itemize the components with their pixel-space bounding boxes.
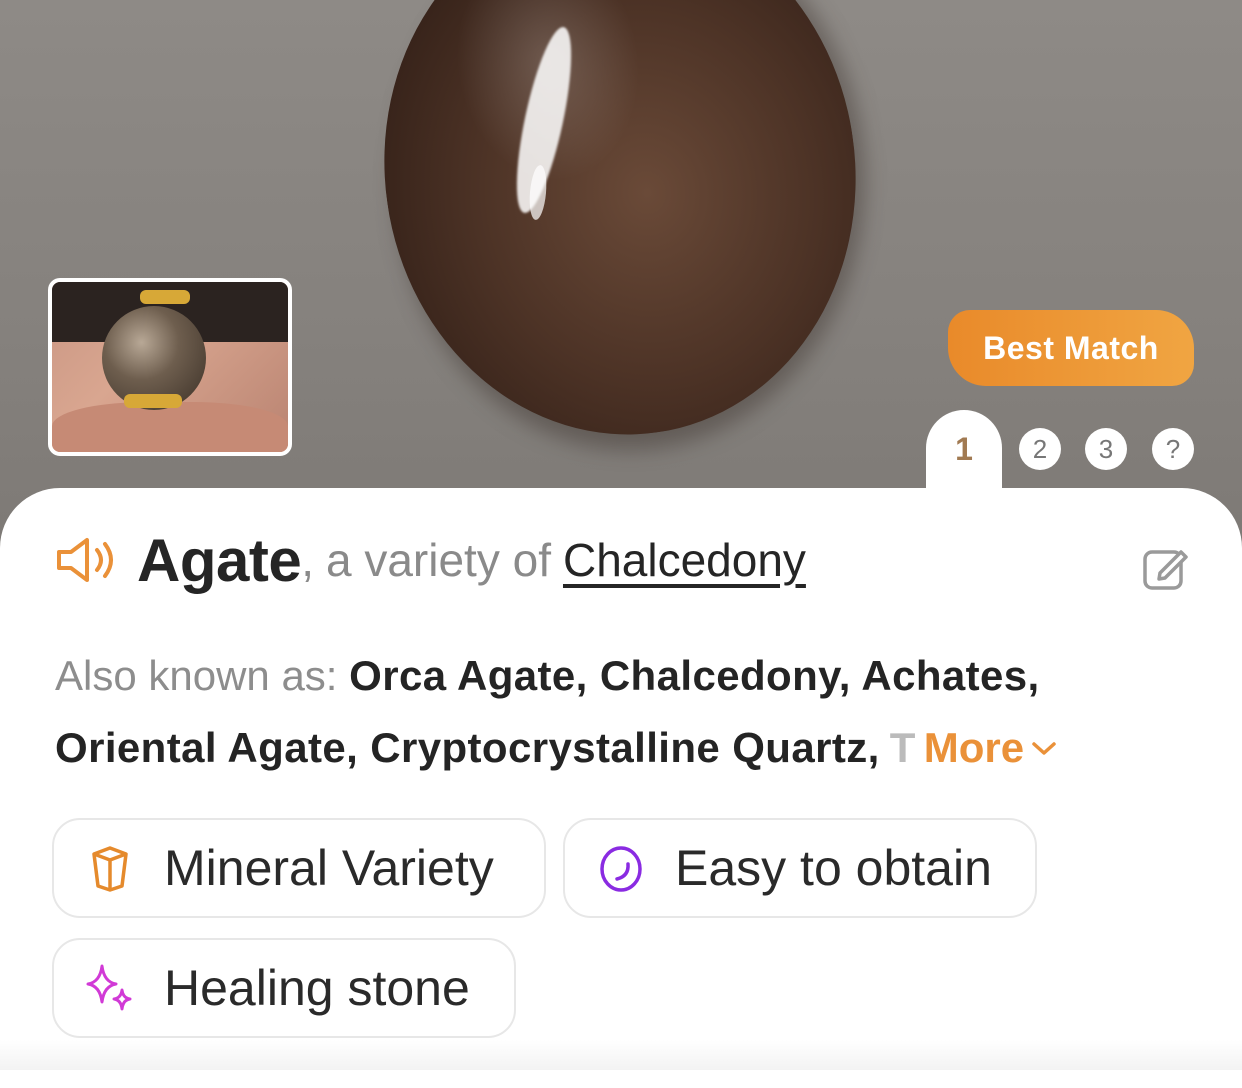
stone-photo	[350, 0, 890, 466]
edit-icon[interactable]	[1140, 543, 1190, 593]
aka-names-line1: Orca Agate, Chalcedony, Achates,	[349, 652, 1040, 699]
best-match-badge: Best Match	[948, 310, 1194, 386]
thumb-gold-cap-top	[140, 290, 190, 304]
aka-label: Also known as:	[55, 652, 338, 699]
stone-icon	[600, 846, 642, 892]
variety-prefix: a variety of	[325, 534, 551, 586]
chip-mineral-variety[interactable]: Mineral Variety	[52, 818, 546, 918]
parent-mineral-link[interactable]: Chalcedony	[563, 533, 806, 587]
more-label: More	[923, 724, 1025, 771]
chip-label: Healing stone	[164, 960, 470, 1016]
bottom-fade	[0, 1040, 1242, 1070]
thumb-gold-cap-bottom	[124, 394, 182, 408]
sparkle-icon	[86, 964, 132, 1011]
user-photo-thumbnail[interactable]	[48, 278, 292, 456]
result-tab-help[interactable]: ?	[1152, 428, 1194, 470]
result-tab-3[interactable]: 3	[1085, 428, 1127, 470]
chevron-down-icon	[1032, 742, 1056, 755]
aka-names-line2: Oriental Agate, Cryptocrystalline Quartz…	[55, 724, 880, 771]
stone-name: Agate	[137, 526, 302, 594]
more-button[interactable]: More	[924, 712, 1058, 784]
chip-healing-stone[interactable]: Healing stone	[52, 938, 516, 1038]
chip-label: Mineral Variety	[164, 840, 494, 896]
title-row: Agate , a variety of Chalcedony	[55, 520, 1195, 600]
crystal-icon	[92, 846, 128, 892]
result-tab-1[interactable]: 1	[943, 428, 985, 470]
chip-easy-to-obtain[interactable]: Easy to obtain	[563, 818, 1037, 918]
aka-truncated: T	[889, 724, 916, 771]
thumb-finger	[52, 402, 288, 452]
speaker-icon[interactable]	[55, 534, 119, 586]
result-tab-2[interactable]: 2	[1019, 428, 1061, 470]
name-separator: ,	[301, 534, 314, 586]
also-known-as: Also known as: Orca Agate, Chalcedony, A…	[55, 640, 1195, 784]
chip-label: Easy to obtain	[675, 840, 992, 896]
